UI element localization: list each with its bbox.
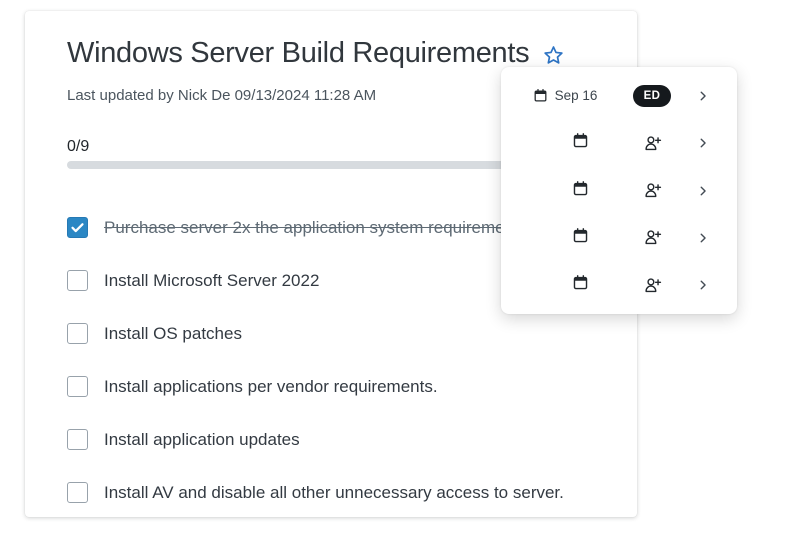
- assignee-avatar[interactable]: ED: [633, 85, 671, 107]
- due-date-label: Sep 16: [555, 88, 598, 103]
- calendar-icon: [572, 274, 589, 291]
- checklist-row: Install application updates: [67, 413, 645, 466]
- checklist-item-label: Purchase server 2x the application syste…: [104, 218, 527, 238]
- person-add-icon: [643, 228, 662, 247]
- chevron-right-icon: [696, 231, 710, 245]
- page-title: Windows Server Build Requirements: [67, 37, 529, 70]
- due-date-button[interactable]: [572, 274, 589, 296]
- popover-row: Sep 16 ED: [501, 72, 737, 119]
- expand-row-button[interactable]: [696, 184, 710, 198]
- assign-user-button[interactable]: [643, 181, 662, 200]
- calendar-icon: [572, 180, 589, 197]
- card-header: Windows Server Build Requirements: [67, 37, 565, 70]
- chevron-right-icon: [696, 136, 710, 150]
- checkbox-checked[interactable]: [67, 217, 88, 238]
- popover-row: [501, 119, 737, 166]
- popover-row: [501, 167, 737, 214]
- expand-row-button[interactable]: [696, 136, 710, 150]
- last-updated-text: Last updated by Nick De 09/13/2024 11:28…: [67, 87, 376, 104]
- due-date-button[interactable]: [572, 180, 589, 202]
- checkmark-icon: [69, 219, 86, 236]
- checklist-row: Install OS patches: [67, 307, 645, 360]
- expand-row-button[interactable]: [696, 89, 710, 103]
- checklist-row: Install applications per vendor requirem…: [67, 360, 645, 413]
- chevron-right-icon: [696, 278, 710, 292]
- checklist-item-label: Install applications per vendor requirem…: [104, 377, 438, 397]
- calendar-icon: [572, 227, 589, 244]
- popover-row: [501, 214, 737, 261]
- checkbox-unchecked[interactable]: [67, 376, 88, 397]
- person-add-icon: [643, 276, 662, 295]
- checkbox-unchecked[interactable]: [67, 482, 88, 503]
- expand-row-button[interactable]: [696, 278, 710, 292]
- assign-user-button[interactable]: [643, 134, 662, 153]
- chevron-right-icon: [696, 184, 710, 198]
- checkbox-unchecked[interactable]: [67, 270, 88, 291]
- checklist-item-label: Install AV and disable all other unneces…: [104, 483, 564, 503]
- calendar-icon: [533, 88, 548, 103]
- expand-row-button[interactable]: [696, 231, 710, 245]
- progress-count: 0/9: [67, 138, 89, 156]
- checklist-item-label: Install OS patches: [104, 324, 242, 344]
- due-date-button[interactable]: [572, 227, 589, 249]
- assign-user-button[interactable]: [643, 276, 662, 295]
- popover-row: [501, 262, 737, 309]
- item-actions-popover: Sep 16 ED: [501, 67, 737, 314]
- checklist-row: Install AV and disable all other unneces…: [67, 466, 645, 519]
- due-date-button[interactable]: [572, 132, 589, 154]
- favorite-button[interactable]: [541, 43, 565, 67]
- star-icon: [542, 44, 565, 67]
- checklist-item-label: Install application updates: [104, 430, 300, 450]
- checkbox-unchecked[interactable]: [67, 323, 88, 344]
- chevron-right-icon: [696, 89, 710, 103]
- checkbox-unchecked[interactable]: [67, 429, 88, 450]
- person-add-icon: [643, 134, 662, 153]
- person-add-icon: [643, 181, 662, 200]
- calendar-icon: [572, 132, 589, 149]
- due-date-button[interactable]: Sep 16: [533, 88, 598, 103]
- assign-user-button[interactable]: [643, 228, 662, 247]
- checklist-item-label: Install Microsoft Server 2022: [104, 271, 319, 291]
